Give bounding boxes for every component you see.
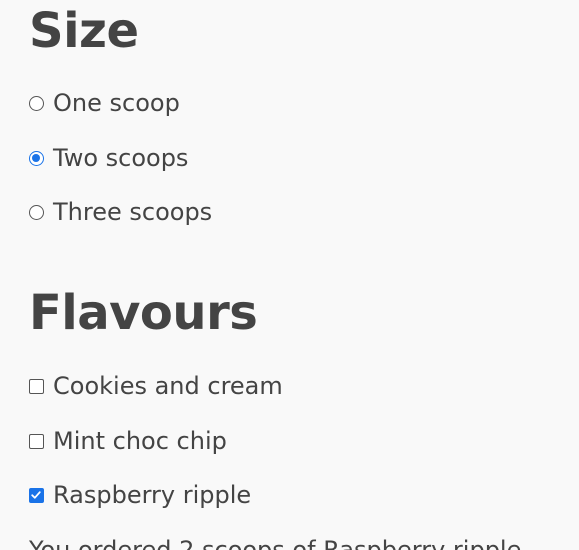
size-option-two-scoops[interactable]: Two scoops <box>29 143 188 173</box>
flavour-option-raspberry-ripple[interactable]: Raspberry ripple <box>29 480 251 510</box>
checkmark-icon <box>31 490 41 499</box>
size-heading: Size <box>29 3 139 59</box>
size-option-label: Two scoops <box>53 144 189 172</box>
flavour-option-cookies-and-cream[interactable]: Cookies and cream <box>29 371 283 401</box>
flavour-option-mint-choc-chip[interactable]: Mint choc chip <box>29 426 227 456</box>
checkbox-cookies-and-cream[interactable] <box>29 378 44 394</box>
flavour-option-label: Raspberry ripple <box>53 481 252 509</box>
size-option-label: One scoop <box>53 89 180 117</box>
radio-two-scoops[interactable] <box>29 150 44 166</box>
radio-three-scoops[interactable] <box>29 204 44 220</box>
order-summary: You ordered 2 scoops of Raspberry ripple… <box>29 536 529 550</box>
flavours-heading: Flavours <box>29 285 258 341</box>
checkbox-mint-choc-chip[interactable] <box>29 433 44 449</box>
flavour-option-label: Mint choc chip <box>53 427 227 455</box>
flavour-option-label: Cookies and cream <box>53 372 283 400</box>
size-option-one-scoop[interactable]: One scoop <box>29 88 180 118</box>
size-option-three-scoops[interactable]: Three scoops <box>29 197 212 227</box>
size-option-label: Three scoops <box>53 198 213 226</box>
radio-one-scoop[interactable] <box>29 95 44 111</box>
checkbox-raspberry-ripple[interactable] <box>29 487 44 503</box>
